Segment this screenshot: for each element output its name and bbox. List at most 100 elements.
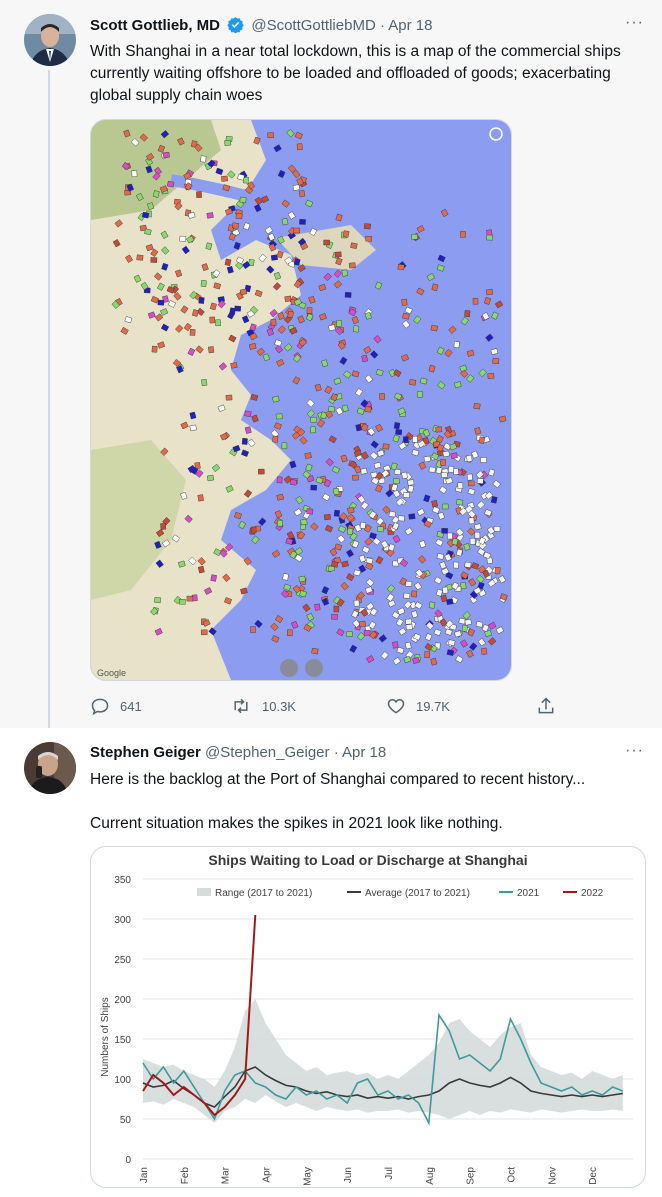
avatar-stephen-geiger[interactable] <box>24 742 76 794</box>
ship-marker <box>210 574 217 582</box>
google-logo: Google <box>97 668 126 678</box>
legend-label: 2021 <box>517 888 540 899</box>
tweet2-header: Stephen Geiger @Stephen_Geiger · Apr 18 <box>90 744 386 761</box>
tweet-date[interactable]: Apr 18 <box>388 17 432 34</box>
ship-marker <box>154 597 162 604</box>
ship-marker <box>224 139 232 146</box>
tweet-scott-gottlieb[interactable]: Scott Gottlieb, MD @ScottGottliebMD · Ap… <box>0 0 662 770</box>
share-icon <box>538 697 554 714</box>
tweet-text-line2: Current situation makes the spikes in 20… <box>90 815 503 832</box>
ship-marker <box>179 235 187 242</box>
like-button[interactable]: 19.7K <box>386 696 450 716</box>
legend-label: Range (2017 to 2021) <box>215 888 312 899</box>
ship-marker <box>453 341 460 349</box>
ship-marker <box>287 310 294 319</box>
ship-marker <box>250 526 257 534</box>
x-tick-label: Apr <box>262 1166 273 1182</box>
ship-marker <box>189 329 196 336</box>
x-tick-label: May <box>302 1167 313 1186</box>
ship-marker <box>474 531 481 539</box>
ship-marker <box>441 503 449 510</box>
ship-marker <box>289 479 298 486</box>
legend-label: 2022 <box>581 888 604 899</box>
ship-marker <box>388 510 396 518</box>
reply-button[interactable]: 641 <box>90 696 142 716</box>
ship-marker <box>395 429 403 436</box>
ship-marker <box>468 517 475 525</box>
ship-marker <box>472 297 479 305</box>
chart-axes: 0 50 100 150 200 250 300 350 Jan Feb Mar Apr May Jun J… <box>114 875 599 1186</box>
y-tick-label: 250 <box>114 955 131 966</box>
ship-marker <box>485 288 494 296</box>
ship-marker <box>460 231 466 238</box>
shanghai-ships-chart[interactable]: Ships Waiting to Load or Discharge at Sh… <box>90 846 646 1188</box>
share-button[interactable] <box>536 696 556 716</box>
more-options-icon[interactable]: ··· <box>625 742 644 760</box>
ship-marker <box>464 561 472 568</box>
ship-marker <box>344 291 352 298</box>
y-tick-label: 50 <box>120 1115 132 1126</box>
ship-marker <box>186 595 194 602</box>
ship-marker <box>342 230 350 238</box>
ship-marker <box>235 213 243 220</box>
ship-marker <box>292 184 300 191</box>
ship-marker <box>456 499 464 506</box>
retweet-button[interactable]: 10.3K <box>230 696 296 716</box>
ship-marker <box>476 478 484 484</box>
ship-marker <box>393 422 401 430</box>
avatar-scott-gottlieb[interactable] <box>24 14 76 66</box>
ship-marker <box>189 424 197 432</box>
author-name[interactable]: Stephen Geiger <box>90 744 201 761</box>
ship-marker <box>221 175 228 182</box>
ship-marker <box>480 457 487 463</box>
ship-marker <box>405 581 413 587</box>
like-count: 19.7K <box>416 698 450 714</box>
author-name[interactable]: Scott Gottlieb, MD <box>90 17 220 34</box>
ship-marker <box>309 426 316 434</box>
ship-marker <box>431 499 438 508</box>
ship-marker <box>492 357 500 365</box>
zoom-in-icon[interactable] <box>305 659 323 677</box>
tweet-stephen-geiger[interactable]: Stephen Geiger @Stephen_Geiger · Apr 18 … <box>0 728 662 1197</box>
ship-marker <box>151 345 158 353</box>
ship-marker <box>358 620 366 628</box>
ship-marker <box>341 269 349 277</box>
legend-label: Average (2017 to 2021) <box>365 888 470 899</box>
author-handle[interactable]: @Stephen_Geiger <box>205 744 329 761</box>
reply-icon <box>91 698 109 716</box>
ship-marker <box>281 442 288 450</box>
ship-marker <box>352 474 359 481</box>
ship-marker <box>197 565 205 574</box>
ship-map-image[interactable]: Google <box>90 119 512 681</box>
ship-marker <box>475 620 484 628</box>
ship-marker <box>270 254 278 261</box>
ship-marker <box>403 492 410 498</box>
ship-marker <box>403 592 411 599</box>
tweet1-header: Scott Gottlieb, MD @ScottGottliebMD · Ap… <box>90 16 433 37</box>
ship-marker <box>412 436 418 443</box>
ship-marker <box>461 624 468 632</box>
ship-marker <box>353 599 360 607</box>
ship-marker <box>363 629 371 636</box>
tweet-date[interactable]: Apr 18 <box>342 744 386 761</box>
ship-marker <box>333 509 340 517</box>
y-axis-label: Numbers of Ships <box>100 997 111 1076</box>
ship-marker <box>401 471 408 480</box>
ship-marker <box>393 478 400 484</box>
chart-legend: Range (2017 to 2021) Average (2017 to 202… <box>197 888 604 899</box>
ship-marker <box>382 443 390 450</box>
x-tick-label: Jul <box>384 1167 395 1180</box>
ship-marker <box>428 601 436 609</box>
ship-marker <box>365 235 372 242</box>
ship-marker <box>282 573 289 581</box>
ship-marker <box>436 553 445 560</box>
more-options-icon[interactable]: ··· <box>625 14 644 32</box>
ship-marker <box>207 346 215 354</box>
ship-marker <box>298 575 306 583</box>
reply-count: 641 <box>120 698 142 714</box>
ship-marker <box>284 295 292 302</box>
ship-marker <box>401 298 408 306</box>
zoom-out-icon[interactable] <box>280 659 298 677</box>
ship-marker <box>293 227 300 234</box>
author-handle[interactable]: @ScottGottliebMD <box>251 17 375 34</box>
